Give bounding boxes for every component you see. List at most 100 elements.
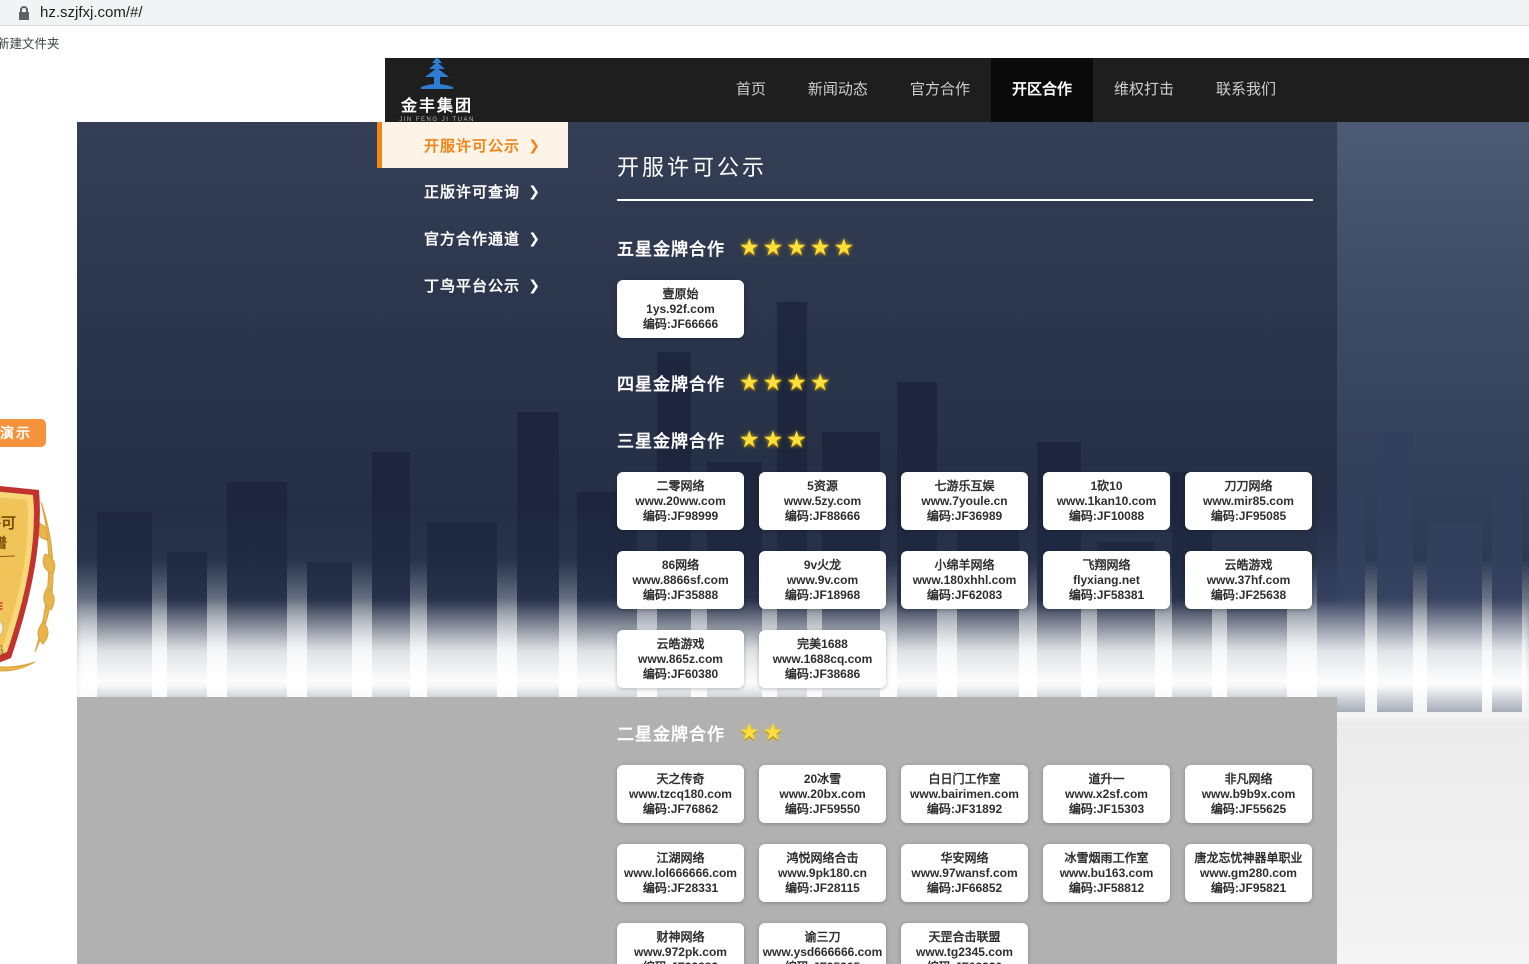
partner-url: www.bairimen.com <box>910 787 1019 802</box>
partner-name: 白日门工作室 <box>928 772 1000 787</box>
partner-card[interactable]: 七游乐互娱www.7youle.cn编码:JF36989 <box>901 472 1028 530</box>
partner-card[interactable]: 1砍10www.1kan10.com编码:JF10088 <box>1043 472 1170 530</box>
site-logo[interactable]: 金丰集团 JIN FENG JI TUAN <box>395 57 479 123</box>
partner-code: 编码:JF18968 <box>785 588 860 603</box>
bookmark-folder[interactable]: 新建文件夹 <box>0 33 60 52</box>
partner-card[interactable]: 云皓游戏www.37hf.com编码:JF25638 <box>1185 551 1312 609</box>
section-4: 二星金牌合作★★ 天之传奇www.tzcq180.com编码:JF76862 20冰… <box>617 720 1314 964</box>
partner-name: 天罡合击联盟 <box>928 930 1000 945</box>
star-icons: ★★★ <box>739 428 810 451</box>
main-content: 开服许可公示 五星金牌合作★★★★★壹原始1ys.92f.com编码:JF666… <box>617 122 1314 964</box>
partner-card[interactable]: 唐龙忘忧神器单职业www.gm280.com编码:JF95821 <box>1185 844 1312 902</box>
sidebar-item-2[interactable]: 正版许可查询❯ <box>377 168 568 215</box>
section-heading: 二星金牌合作★★ <box>617 720 1314 745</box>
section-title: 二星金牌合作 <box>617 720 725 745</box>
partner-card[interactable]: 86网络www.8866sf.com编码:JF35888 <box>617 551 744 609</box>
partner-name: 七游乐互娱 <box>934 479 994 494</box>
demo-tab[interactable]: 演示 <box>0 419 46 447</box>
partner-card[interactable]: 壹原始1ys.92f.com编码:JF66666 <box>617 280 744 338</box>
partner-name: 天之传奇 <box>656 772 704 787</box>
partner-card[interactable]: 9v火龙www.9v.com编码:JF18968 <box>759 551 886 609</box>
nav-item-2[interactable]: 新闻动态 <box>787 58 889 122</box>
sidebar-item-1[interactable]: 开服许可公示❯ <box>377 122 568 168</box>
partner-url: www.37hf.com <box>1207 573 1291 588</box>
partner-card[interactable]: 非凡网络www.b9b9x.com编码:JF55625 <box>1185 765 1312 823</box>
partner-card[interactable]: 20冰雪www.20bx.com编码:JF59550 <box>759 765 886 823</box>
partner-url: www.1kan10.com <box>1057 494 1157 509</box>
sidebar-item-label: 开服许可公示 <box>424 135 520 156</box>
partner-url: www.865z.com <box>638 652 723 667</box>
partner-url: www.tzcq180.com <box>629 787 732 802</box>
partner-code: 编码:JF62083 <box>927 588 1002 603</box>
partner-name: 壹原始 <box>662 287 698 302</box>
sidebar-item-label: 官方合作通道 <box>424 228 520 249</box>
badge-text-line2: 谱 <box>0 535 7 551</box>
partner-url: www.b9b9x.com <box>1202 787 1296 802</box>
sidebar-item-4[interactable]: 丁鸟平台公示❯ <box>377 262 568 309</box>
section-heading: 五星金牌合作★★★★★ <box>617 235 1314 260</box>
partner-card[interactable]: 完美1688www.1688cq.com编码:JF38686 <box>759 630 886 688</box>
partner-code: 编码:JF58812 <box>1069 881 1144 896</box>
section-1: 五星金牌合作★★★★★ 壹原始1ys.92f.com编码:JF66666 <box>617 235 1314 338</box>
partner-url: www.20ww.com <box>635 494 725 509</box>
partner-card[interactable]: 冰雪烟雨工作室www.bu163.com编码:JF58812 <box>1043 844 1170 902</box>
partner-name: 刀刀网络 <box>1224 479 1272 494</box>
partner-name: 财神网络 <box>656 930 704 945</box>
star-icons: ★★★★★ <box>739 236 857 259</box>
partner-card[interactable]: 小绵羊网络www.180xhhl.com编码:JF62083 <box>901 551 1028 609</box>
sidebar-item-label: 丁鸟平台公示 <box>424 275 520 296</box>
sidebar-item-label: 正版许可查询 <box>424 181 520 202</box>
url-text: hz.szjfxj.com/#/ <box>40 4 143 21</box>
partner-sections: 五星金牌合作★★★★★壹原始1ys.92f.com编码:JF66666四星金牌合… <box>617 235 1314 964</box>
partner-card[interactable]: 飞翔网络flyxiang.net编码:JF58381 <box>1043 551 1170 609</box>
star-icons: ★★★★ <box>739 371 833 394</box>
partner-code: 编码:JF98999 <box>643 509 718 524</box>
partner-card[interactable]: 华安网络www.97wansf.com编码:JF66852 <box>901 844 1028 902</box>
nav-item-6[interactable]: 联系我们 <box>1195 58 1297 122</box>
partner-card[interactable]: 天罡合击联盟www.tg2345.com编码:JF08320 <box>901 923 1028 964</box>
partner-url: www.9pk180.cn <box>778 866 867 881</box>
partner-card[interactable]: 谕三刀www.ysd666666.com编码:JF95305 <box>759 923 886 964</box>
partner-url: flyxiang.net <box>1073 573 1140 588</box>
partner-code: 编码:JF66666 <box>643 317 718 332</box>
partner-card[interactable]: 二零网络www.20ww.com编码:JF98999 <box>617 472 744 530</box>
partner-url: www.9v.com <box>787 573 858 588</box>
hero-background: 开服许可公示❯正版许可查询❯ 官方合作通道 ❯ 丁鸟平台公示❯ 开服许可公示 五星金牌… <box>77 122 1529 964</box>
badge-star-icon: ★ <box>0 570 1 595</box>
partner-card[interactable]: 江湖网络www.lol666666.com编码:JF28331 <box>617 844 744 902</box>
partner-card[interactable]: 云皓游戏www.865z.com编码:JF60380 <box>617 630 744 688</box>
license-badge[interactable]: 方许可 谱 ★ 作 码 <box>0 462 59 686</box>
partner-code: 编码:JF95085 <box>1211 509 1286 524</box>
partner-code: 编码:JF88666 <box>785 509 860 524</box>
partner-url: www.x2sf.com <box>1065 787 1148 802</box>
partner-code: 编码:JF76862 <box>643 802 718 817</box>
partner-name: 江湖网络 <box>656 851 704 866</box>
partner-name: 鸿悦网络合击 <box>786 851 858 866</box>
sidebar-item-3[interactable]: 官方合作通道 ❯ <box>377 215 568 262</box>
browser-address-bar[interactable]: hz.szjfxj.com/#/ <box>0 0 1529 26</box>
partner-card-grid: 二零网络www.20ww.com编码:JF98999 5资源www.5zy.com… <box>617 472 1314 688</box>
section-3: 三星金牌合作★★★二零网络www.20ww.com编码:JF989995资源ww… <box>617 427 1314 688</box>
partner-name: 完美1688 <box>797 637 848 652</box>
partner-code: 编码:JF10088 <box>1069 509 1144 524</box>
nav-item-1[interactable]: 首页 <box>715 58 787 122</box>
partner-card[interactable]: 财神网络www.972pk.com编码:JF33883 <box>617 923 744 964</box>
partner-code: 编码:JF95821 <box>1211 881 1286 896</box>
partner-code: 编码:JF28331 <box>643 881 718 896</box>
partner-name: 20冰雪 <box>804 772 841 787</box>
nav-item-4[interactable]: 开区合作 <box>991 58 1093 122</box>
partner-name: 小绵羊网络 <box>934 558 994 573</box>
partner-card[interactable]: 道升一www.x2sf.com编码:JF15303 <box>1043 765 1170 823</box>
nav-item-3[interactable]: 官方合作 <box>889 58 991 122</box>
partner-url: www.ysd666666.com <box>763 945 883 960</box>
partner-card[interactable]: 刀刀网络www.mir85.com编码:JF95085 <box>1185 472 1312 530</box>
partner-card[interactable]: 天之传奇www.tzcq180.com编码:JF76862 <box>617 765 744 823</box>
partner-card[interactable]: 鸿悦网络合击www.9pk180.cn编码:JF28115 <box>759 844 886 902</box>
partner-card[interactable]: 白日门工作室www.bairimen.com编码:JF31892 <box>901 765 1028 823</box>
partner-card-grid: 壹原始1ys.92f.com编码:JF66666 <box>617 280 1314 338</box>
partner-name: 云皓游戏 <box>1224 558 1272 573</box>
nav-item-5[interactable]: 维权打击 <box>1093 58 1195 122</box>
chevron-right-icon: ❯ <box>528 230 540 247</box>
partner-code: 编码:JF15303 <box>1069 802 1144 817</box>
partner-card[interactable]: 5资源www.5zy.com编码:JF88666 <box>759 472 886 530</box>
